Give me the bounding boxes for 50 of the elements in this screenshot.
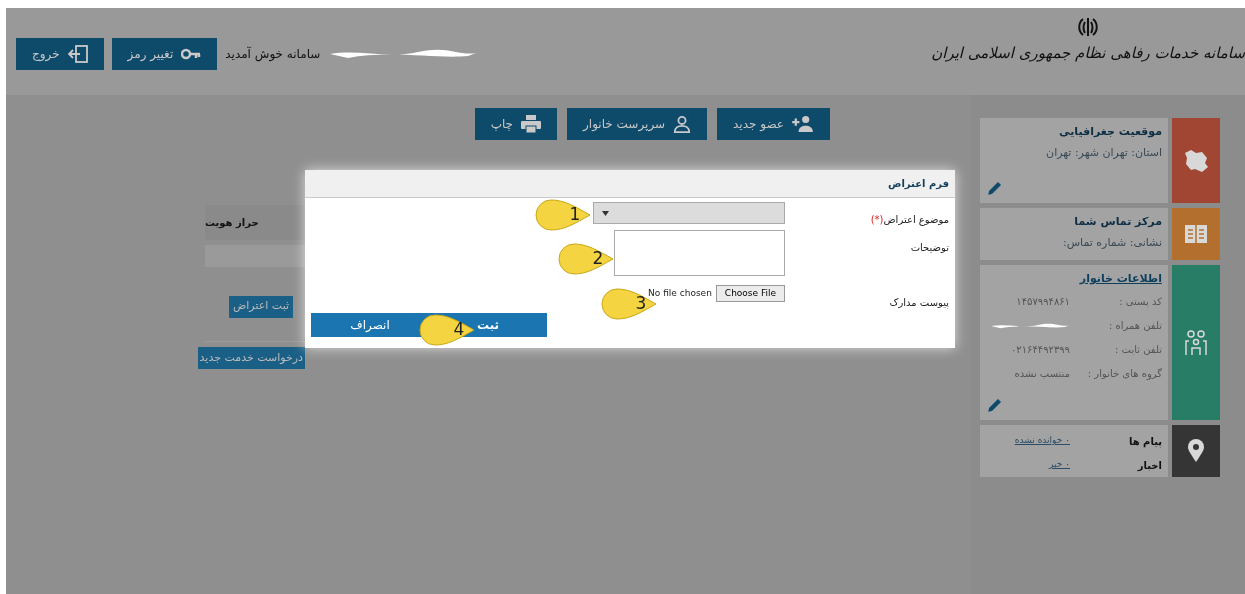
count-link[interactable]: ۰ خوانده نشده xyxy=(1014,434,1070,448)
new-member-button[interactable]: عضو جدید xyxy=(717,108,830,140)
card-text: استان: تهران شهر: تهران xyxy=(1045,144,1162,161)
field-label: توضیحات xyxy=(910,242,949,253)
print-button[interactable]: چاپ xyxy=(474,108,558,140)
count-link[interactable]: ۰ خبر xyxy=(1049,458,1070,472)
family-info-link[interactable]: اطلاعات خانوار xyxy=(986,271,1162,288)
callout-tooltip: 4 xyxy=(418,313,476,347)
field-value: ۰۲۱۶۴۴۹۲۳۹۹ xyxy=(1010,343,1070,357)
family-icon xyxy=(1184,329,1208,356)
row-heading: پیام ها xyxy=(1127,434,1162,449)
key-icon xyxy=(181,48,202,60)
card-title: مرکز تماس شما xyxy=(1073,214,1162,230)
new-request-button[interactable]: درخواست خدمت جدید xyxy=(197,347,305,369)
map-pin-icon xyxy=(1187,439,1205,463)
required-mark: (*) xyxy=(870,214,884,225)
field-label: تلفن ثابت : xyxy=(1114,343,1162,357)
book-icon xyxy=(1184,224,1208,244)
submit-objection-button[interactable]: ثبت اعتراض xyxy=(229,295,294,318)
change-password-button[interactable]: تغییر رمز xyxy=(111,38,218,70)
pencil-icon[interactable] xyxy=(986,179,1004,197)
person-icon xyxy=(673,115,692,133)
head-of-household-button[interactable]: سرپرست خانوار xyxy=(567,108,708,140)
field-label: تلفن همراه : xyxy=(1107,319,1162,333)
logout-icon xyxy=(67,45,88,63)
field-value: ۱۴۵۷۹۹۴۸۶۱ xyxy=(1016,295,1070,309)
map-icon xyxy=(1183,148,1209,173)
site-title: سامانه خدمات رفاهی نظام جمهوری اسلامی ایران xyxy=(931,43,1245,64)
caret-icon xyxy=(602,210,609,216)
field-value: منتسب نشده xyxy=(1014,367,1070,381)
card-title: موقعیت جغرافیایی xyxy=(1058,124,1162,140)
file-status: No file chosen xyxy=(648,286,712,300)
modal-title: فرم اعتراض xyxy=(305,170,955,198)
welcome-text: سامانه خوش آمدید xyxy=(225,45,321,63)
pencil-icon[interactable] xyxy=(986,396,1004,414)
callout-tooltip: 2 xyxy=(557,242,615,276)
table-header: حراز هویت xyxy=(205,205,305,240)
emblem-icon xyxy=(1077,16,1100,38)
field-label: پیوست مدارک xyxy=(889,297,949,308)
row-heading: اخبار xyxy=(1136,458,1162,473)
field-label: گروه های خانوار : xyxy=(1086,367,1162,381)
field-label: موضوع اعتراض xyxy=(883,214,949,225)
callout-tooltip: 1 xyxy=(534,198,592,232)
printer-icon xyxy=(521,115,542,133)
add-person-icon xyxy=(792,115,814,133)
choose-file-button[interactable]: Choose File xyxy=(715,285,785,302)
logout-button[interactable]: خروج xyxy=(16,38,104,70)
field-label: کد پستی : xyxy=(1118,295,1162,309)
description-field[interactable] xyxy=(614,230,785,276)
card-text: نشانی: شماره تماس: xyxy=(1061,234,1162,251)
